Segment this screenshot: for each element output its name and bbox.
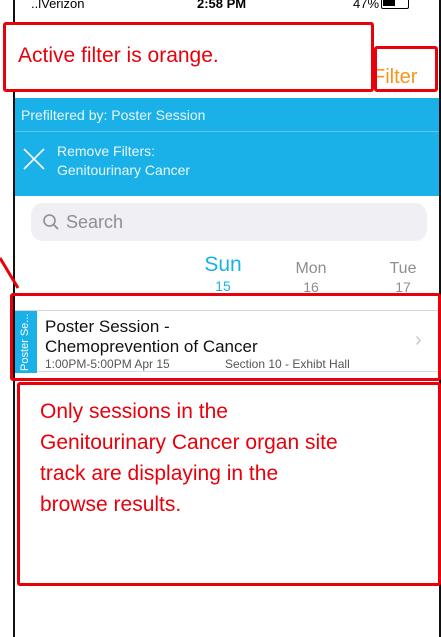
day-name: Sun xyxy=(204,253,242,276)
day-name: Tue xyxy=(389,260,417,277)
status-bar: ..lVerizon 2:58 PM 47% xyxy=(15,0,439,14)
battery-icon xyxy=(381,0,409,9)
carrier-label: ..lVerizon xyxy=(31,0,85,11)
annotation-results-box xyxy=(10,293,441,381)
annotation-line: Only sessions in the xyxy=(40,400,228,423)
annotation-line: Genitourinary Cancer organ site xyxy=(40,431,338,454)
annotation-results-note: Only sessions in the Genitourinary Cance… xyxy=(40,396,338,520)
prefilter-banner: Prefiltered by: Poster Session Remove Fi… xyxy=(15,98,439,196)
search-placeholder: Search xyxy=(66,212,124,232)
day-number: 15 xyxy=(215,278,231,294)
day-name: Mon xyxy=(295,260,327,277)
annotation-arrow xyxy=(0,257,20,289)
annotation-filter-note: Active filter is orange. xyxy=(18,44,219,67)
clock: 2:58 PM xyxy=(197,0,247,11)
battery-percent: 47% xyxy=(353,0,380,11)
search-bar: Search xyxy=(15,196,439,246)
day-tab-sun[interactable]: Sun 15 xyxy=(193,253,253,294)
active-filter-value: Genitourinary Cancer xyxy=(57,162,191,178)
day-tab-mon[interactable]: Mon 16 xyxy=(283,260,339,295)
banner-divider xyxy=(15,131,439,132)
search-icon xyxy=(43,214,59,230)
remove-filters-label[interactable]: Remove Filters: xyxy=(57,143,155,159)
close-icon[interactable] xyxy=(21,146,47,172)
annotation-line: browse results. xyxy=(40,493,182,516)
day-tab-tue[interactable]: Tue 17 xyxy=(375,260,431,295)
annotation-line: track are displaying in the xyxy=(40,462,279,485)
search-input[interactable]: Search xyxy=(31,203,427,241)
annotation-filter-button-box xyxy=(374,46,438,92)
prefilter-label: Prefiltered by: Poster Session xyxy=(21,107,206,123)
